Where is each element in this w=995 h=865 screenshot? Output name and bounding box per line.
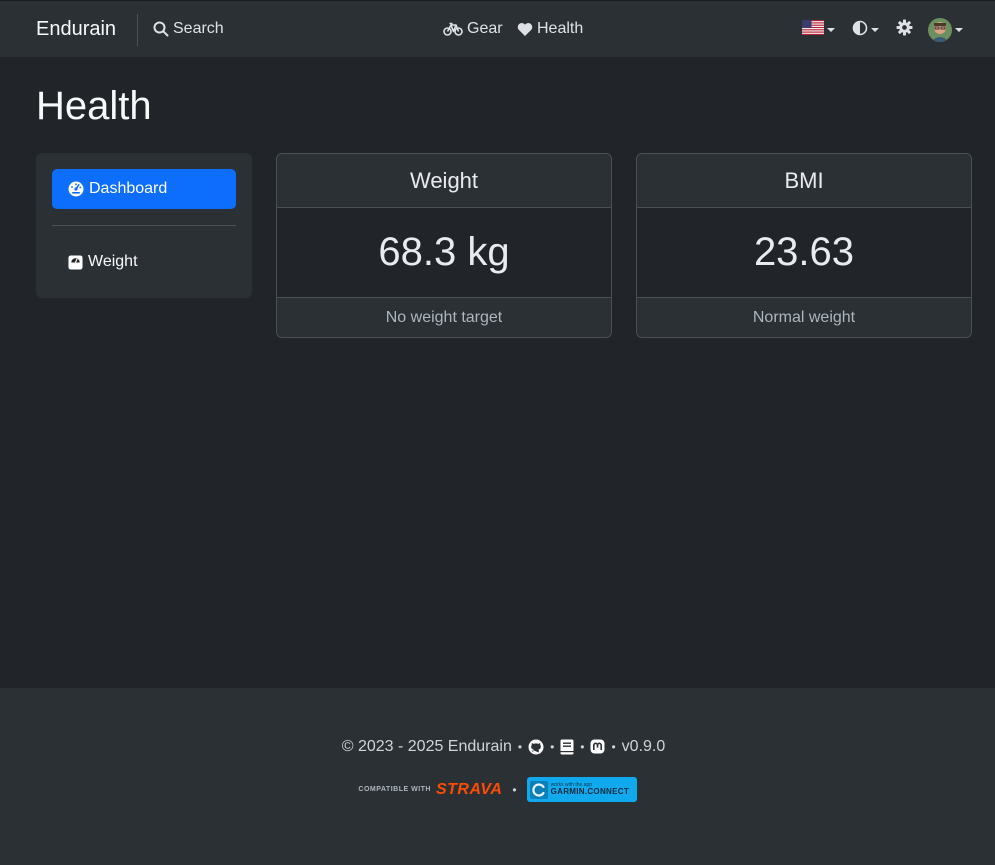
- user-menu-dropdown[interactable]: [928, 18, 963, 42]
- separator-dot: •: [550, 740, 555, 754]
- mastodon-icon[interactable]: [590, 739, 605, 755]
- page-footer: © 2023 - 2025 Endurain • • • • v0.9.0 CO…: [0, 688, 995, 865]
- partner-logos: COMPATIBLE WITH STRAVA • works with the …: [0, 777, 995, 802]
- health-link[interactable]: Health: [517, 20, 583, 38]
- gear-label: Gear: [467, 20, 503, 37]
- bmi-card-title: BMI: [637, 154, 971, 208]
- page-title: Health: [36, 84, 152, 128]
- separator-dot: •: [512, 782, 517, 797]
- garmin-connect-text: works with the app GARMIN.CONNECT: [551, 783, 629, 796]
- language-dropdown[interactable]: [802, 19, 835, 41]
- search-label: Search: [173, 20, 224, 37]
- sidebar-item-weight[interactable]: Weight: [52, 242, 236, 282]
- chevron-down-icon: [827, 28, 835, 32]
- separator-dot: •: [580, 740, 585, 754]
- health-sidebar: Dashboard Weight: [36, 153, 252, 298]
- sidebar-item-dashboard[interactable]: Dashboard: [52, 169, 236, 209]
- heart-icon: [517, 22, 533, 37]
- strava-logo: STRAVA: [435, 780, 503, 798]
- github-icon[interactable]: [528, 739, 544, 755]
- garmin-logo-text: GARMIN.CONNECT: [550, 787, 630, 796]
- health-label: Health: [537, 20, 584, 37]
- search-link[interactable]: Search: [153, 20, 224, 38]
- version-text: v0.9.0: [621, 738, 666, 755]
- avatar: [928, 18, 952, 42]
- search-icon: [153, 21, 169, 37]
- garmin-connect-badge[interactable]: works with the app GARMIN.CONNECT: [526, 777, 637, 802]
- weight-card-footer: No weight target: [277, 297, 611, 337]
- nav-divider: [137, 14, 138, 46]
- gear-icon: [896, 19, 913, 41]
- footer-info: © 2023 - 2025 Endurain • • • • v0.9.0: [0, 738, 995, 756]
- separator-dot: •: [611, 740, 616, 754]
- chevron-down-icon: [955, 28, 963, 32]
- us-flag-icon: [802, 20, 824, 40]
- weight-scale-icon: [68, 254, 83, 270]
- weight-card-value: 68.3 kg: [378, 230, 510, 274]
- dashboard-gauge-icon: [68, 181, 84, 197]
- bmi-card-footer: Normal weight: [637, 297, 971, 337]
- settings-link[interactable]: [896, 19, 913, 41]
- bmi-card: BMI 23.63 Normal weight: [636, 153, 972, 338]
- copyright-text: © 2023 - 2025 Endurain: [341, 738, 512, 755]
- weight-card: Weight 68.3 kg No weight target: [276, 153, 612, 338]
- brand-link[interactable]: Endurain: [36, 18, 116, 41]
- top-navbar: Endurain Search Gear Health: [0, 0, 995, 57]
- documentation-book-icon[interactable]: [560, 739, 574, 755]
- separator-dot: •: [517, 740, 523, 754]
- sidebar-item-label: Dashboard: [89, 180, 168, 197]
- bicycle-icon: [443, 21, 463, 37]
- strava-compatible-badge[interactable]: COMPATIBLE WITH STRAVA: [358, 781, 502, 799]
- strava-compatible-text: COMPATIBLE WITH: [358, 786, 431, 793]
- chevron-down-icon: [871, 28, 879, 32]
- weight-card-title: Weight: [277, 154, 611, 208]
- theme-dropdown[interactable]: [852, 19, 879, 41]
- garmin-connect-icon: [529, 780, 548, 799]
- sidebar-item-label: Weight: [88, 253, 138, 270]
- gear-link[interactable]: Gear: [443, 20, 503, 38]
- contrast-icon: [852, 20, 868, 41]
- bmi-card-value: 23.63: [753, 230, 855, 274]
- sidebar-divider: [52, 225, 236, 226]
